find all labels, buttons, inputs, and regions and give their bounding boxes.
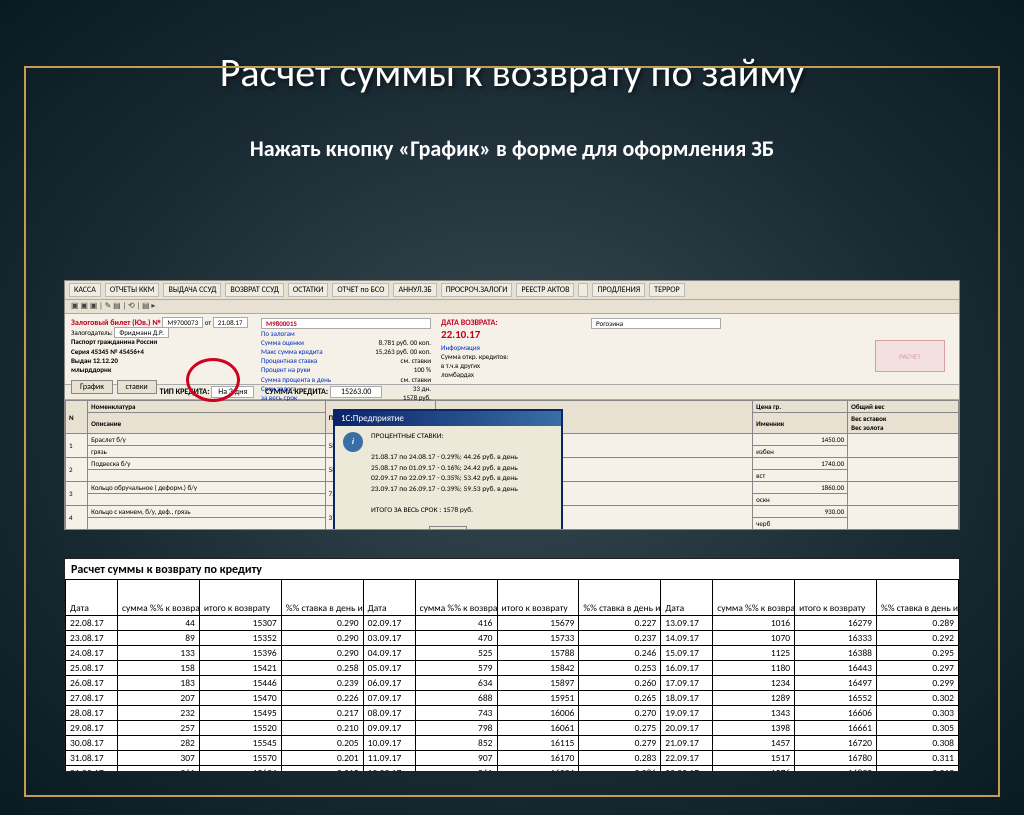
table-row: 22.08.1744153070.29002.09.17416156790.22… [66,616,959,631]
tab-blank[interactable] [578,283,588,297]
calc-title: Расчет суммы к возврату по кредиту [65,559,959,579]
table-row: 23.08.1789153520.29003.09.17470157330.23… [66,631,959,646]
popup-title: 1С:Предприятие [335,411,561,426]
app-screenshot: КАССА ОТЧЕТЫ ККМВЫДАЧА ССУД ВОЗВРАТ ССУД ОС… [64,280,960,530]
info-icon: i [343,432,363,452]
tab-ПРОСРОЧ.ЗАЛОГИ[interactable]: ПРОСРОЧ.ЗАЛОГИ [441,283,513,297]
tab-ОТЧЕТЫ ККМ[interactable]: ОТЧЕТЫ ККМ [105,283,160,297]
table-row: 29.08.17257155200.21009.09.17798160610.2… [66,721,959,736]
calc-screenshot: Расчет суммы к возврату по кредиту Датас… [64,558,960,772]
tab-ТЕРРОР[interactable]: ТЕРРОР [649,283,685,297]
highlight-circle [186,358,240,402]
ticket-date: 21.08.17 [213,317,248,328]
table-row: 01.09.17361156240.21512.09.17961162240.2… [66,766,959,773]
tab-ВОЗВРАТ ССУД[interactable]: ВОЗВРАТ ССУД [225,283,284,297]
table-row: 24.08.17133153960.29004.09.17525157880.2… [66,646,959,661]
stavki-button[interactable]: ставки [117,380,157,394]
tab-ВЫДАЧА ССУД[interactable]: ВЫДАЧА ССУД [163,283,221,297]
ticket-number: М9700073 [162,317,203,328]
table-row: 25.08.17158154210.25805.09.17579158420.2… [66,661,959,676]
popup-text: ПРОЦЕНТНЫЕ СТАВКИ:21.08.17 по 24.08.17 -… [371,432,518,516]
tab-КАССА[interactable]: КАССА [69,283,101,297]
table-row: 26.08.17183154460.23906.09.17634158970.2… [66,676,959,691]
tab-ОСТАТКИ[interactable]: ОСТАТКИ [288,283,328,297]
toolbar: ▣ ▣ ▣ | ✎ ▤ | ⟲ | ▤ ▸ [65,300,959,314]
return-date: 22.10.17 [441,328,480,341]
ticket-code: М9800015 [261,318,431,329]
table-row: 30.08.17282155450.20510.09.17852161150.2… [66,736,959,751]
rates-popup: 1С:Предприятие i ПРОЦЕНТНЫЕ СТАВКИ:21.08… [333,409,563,530]
tab-АННУЛ.ЗБ[interactable]: АННУЛ.ЗБ [393,283,436,297]
calc-grid: Датасумма %% к возвратуитого к возврату%… [65,579,959,772]
surname-field[interactable]: Рогозина [591,318,721,329]
table-row: 31.08.17307155700.20111.09.17907161700.2… [66,751,959,766]
raschet-button[interactable]: РАСЧЕТ [875,340,945,372]
tab-ПРОДЛЕНИЯ[interactable]: ПРОДЛЕНИЯ [592,283,645,297]
table-row: 28.08.17232154950.21708.09.17743160060.2… [66,706,959,721]
table-row: 27.08.17207154700.22607.09.17688159510.2… [66,691,959,706]
tab-РЕЕСТР АКТОВ[interactable]: РЕЕСТР АКТОВ [516,283,574,297]
grafik-button[interactable]: График [71,380,113,394]
tab-ОТЧЕТ по БСО[interactable]: ОТЧЕТ по БСО [332,283,389,297]
main-tabs: КАССА ОТЧЕТЫ ККМВЫДАЧА ССУД ВОЗВРАТ ССУД ОС… [65,281,959,300]
